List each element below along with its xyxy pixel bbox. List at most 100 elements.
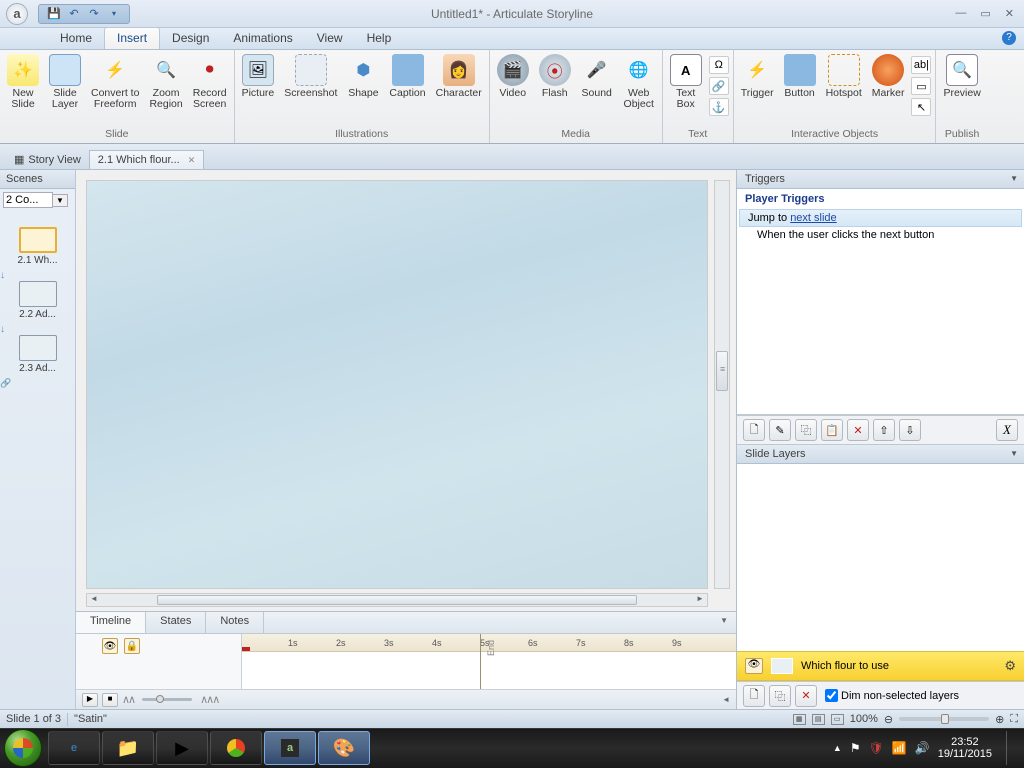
convert-freeform-button[interactable]: ⚡Convert to Freeform xyxy=(88,52,142,126)
save-icon[interactable]: 💾 xyxy=(47,7,61,21)
scene-thumb-1[interactable]: 2.1 Wh... xyxy=(0,227,75,266)
delete-trigger-icon[interactable]: ✕ xyxy=(847,419,869,441)
taskbar-clock[interactable]: 23:52 19/11/2015 xyxy=(938,736,992,760)
fit-window-icon[interactable]: ⛶ xyxy=(1010,713,1018,726)
timeline-ruler[interactable]: 1s 2s 3s 4s 5s 6s 7s 8s 9s End xyxy=(242,634,736,689)
scroll-left-icon[interactable]: ◄ xyxy=(87,594,101,603)
vertical-scrollbar[interactable] xyxy=(714,180,730,589)
marker-button[interactable]: Marker xyxy=(869,52,908,126)
button-button[interactable]: Button xyxy=(781,52,819,126)
data-entry-button[interactable]: ab| xyxy=(911,56,931,74)
triggers-dropdown-icon[interactable]: ▼ xyxy=(1010,174,1018,183)
minimize-button[interactable]: — xyxy=(955,7,966,20)
layers-dropdown-icon[interactable]: ▼ xyxy=(1010,449,1018,458)
tray-overflow-icon[interactable]: ▲ xyxy=(833,743,842,753)
scene-selector-input[interactable] xyxy=(3,192,53,208)
timeline-tab[interactable]: Timeline xyxy=(76,612,146,633)
network-icon[interactable]: 📶 xyxy=(892,741,907,755)
notes-tab[interactable]: Notes xyxy=(206,612,264,633)
scroll-right-icon[interactable]: ► xyxy=(693,594,707,603)
zoom-out-button[interactable]: ⊖ xyxy=(884,713,893,726)
copy-trigger-icon[interactable]: ⿻ xyxy=(795,419,817,441)
start-button[interactable] xyxy=(4,729,42,767)
horizontal-scrollbar[interactable]: ◄ ► xyxy=(86,593,708,607)
delete-layer-icon[interactable]: ✕ xyxy=(795,685,817,707)
base-layer-row[interactable]: 👁 Which flour to use ⚙ xyxy=(737,651,1024,681)
timeline-collapse-icon[interactable]: ▼ xyxy=(712,612,736,633)
screenshot-button[interactable]: Screenshot xyxy=(281,52,340,126)
trigger-row[interactable]: Jump to next slide xyxy=(739,209,1022,227)
tab-help[interactable]: Help xyxy=(355,28,404,49)
caption-button[interactable]: Caption xyxy=(386,52,428,126)
triggers-header[interactable]: Triggers▼ xyxy=(737,170,1024,189)
shape-button[interactable]: ⬢Shape xyxy=(344,52,382,126)
zoom-region-button[interactable]: 🔍Zoom Region xyxy=(146,52,185,126)
stop-button[interactable]: ■ xyxy=(102,693,118,707)
security-icon[interactable]: 🛡 xyxy=(869,741,884,755)
zoom-in-icon[interactable]: ∧∧∧ xyxy=(200,693,218,706)
picture-button[interactable]: 🖼Picture xyxy=(239,52,278,126)
slide-tab[interactable]: 2.1 Which flour...✕ xyxy=(89,150,204,169)
zoom-in-button[interactable]: ⊕ xyxy=(995,713,1004,726)
playhead-icon[interactable] xyxy=(242,647,250,652)
slide-layer-button[interactable]: Slide Layer xyxy=(46,52,84,126)
text-box-button[interactable]: AText Box xyxy=(667,52,705,126)
taskbar-chrome[interactable] xyxy=(210,731,262,765)
sound-button[interactable]: 🎤Sound xyxy=(578,52,616,126)
slide-canvas[interactable] xyxy=(86,180,708,589)
redo-icon[interactable]: ↷ xyxy=(87,7,101,21)
layer-visibility-icon[interactable]: 👁 xyxy=(745,658,763,674)
tab-insert[interactable]: Insert xyxy=(104,27,160,49)
taskbar-explorer[interactable]: 📁 xyxy=(102,731,154,765)
layer-settings-icon[interactable]: ⚙ xyxy=(1004,658,1016,674)
close-button[interactable]: ✕ xyxy=(1005,7,1014,20)
variables-button[interactable]: X xyxy=(996,419,1018,441)
preview-button[interactable]: 🔍Preview xyxy=(940,52,983,126)
reference-button[interactable]: 🔗 xyxy=(709,77,729,95)
move-up-icon[interactable]: ⇧ xyxy=(873,419,895,441)
timeline-end-marker[interactable] xyxy=(480,634,481,689)
flash-button[interactable]: ⦿Flash xyxy=(536,52,574,126)
video-button[interactable]: 🎬Video xyxy=(494,52,532,126)
scene-selector-dropdown-icon[interactable]: ▼ xyxy=(53,194,68,207)
view-mode-3-icon[interactable]: ▭ xyxy=(831,714,844,725)
taskbar-ie[interactable]: e xyxy=(48,731,100,765)
zoom-out-icon[interactable]: ∧∧ xyxy=(122,693,134,706)
flag-icon[interactable]: ⚑ xyxy=(850,741,861,755)
dim-layers-checkbox[interactable]: Dim non-selected layers xyxy=(825,689,959,702)
visibility-toggle-icon[interactable]: 👁 xyxy=(102,638,118,654)
hotspot-button[interactable]: Hotspot xyxy=(823,52,865,126)
web-object-button[interactable]: 🌐Web Object xyxy=(620,52,658,126)
maximize-button[interactable]: ▭ xyxy=(980,7,990,20)
character-button[interactable]: 👩Character xyxy=(433,52,485,126)
symbol-button[interactable]: Ω xyxy=(709,56,729,74)
trigger-target-link[interactable]: next slide xyxy=(790,212,836,224)
new-layer-icon[interactable]: 🗋 xyxy=(743,685,765,707)
mouse-button[interactable]: ↖ xyxy=(911,98,931,116)
trigger-button[interactable]: ⚡Trigger xyxy=(738,52,777,126)
new-slide-button[interactable]: ✨New Slide xyxy=(4,52,42,126)
edit-trigger-icon[interactable]: ✎ xyxy=(769,419,791,441)
record-screen-button[interactable]: ⏺Record Screen xyxy=(190,52,230,126)
app-menu-button[interactable]: a xyxy=(0,0,34,28)
tab-view[interactable]: View xyxy=(305,28,355,49)
slide-layers-header[interactable]: Slide Layers▼ xyxy=(737,445,1024,464)
hyperlink-button[interactable]: ⚓ xyxy=(709,98,729,116)
view-mode-1-icon[interactable]: ▦ xyxy=(793,714,806,725)
play-button[interactable]: ▶ xyxy=(82,693,98,707)
timeline-zoom-slider[interactable] xyxy=(142,698,192,701)
scene-thumb-3[interactable]: 2.3 Ad... xyxy=(0,335,75,374)
tab-animations[interactable]: Animations xyxy=(221,28,304,49)
story-view-tab[interactable]: ▦Story View xyxy=(6,150,89,169)
states-tab[interactable]: States xyxy=(146,612,206,633)
scene-selector[interactable]: ▼ xyxy=(3,192,72,208)
undo-icon[interactable]: ↶ xyxy=(67,7,81,21)
new-trigger-icon[interactable]: 🗋 xyxy=(743,419,765,441)
taskbar-storyline[interactable]: a xyxy=(264,731,316,765)
taskbar-paint[interactable]: 🎨 xyxy=(318,731,370,765)
close-tab-icon[interactable]: ✕ xyxy=(188,155,196,166)
zoom-slider[interactable] xyxy=(899,717,989,721)
timeline-scroll-left-icon[interactable]: ◄ xyxy=(722,695,730,704)
help-icon[interactable]: ? xyxy=(1002,31,1016,45)
volume-icon[interactable]: 🔊 xyxy=(915,741,930,755)
